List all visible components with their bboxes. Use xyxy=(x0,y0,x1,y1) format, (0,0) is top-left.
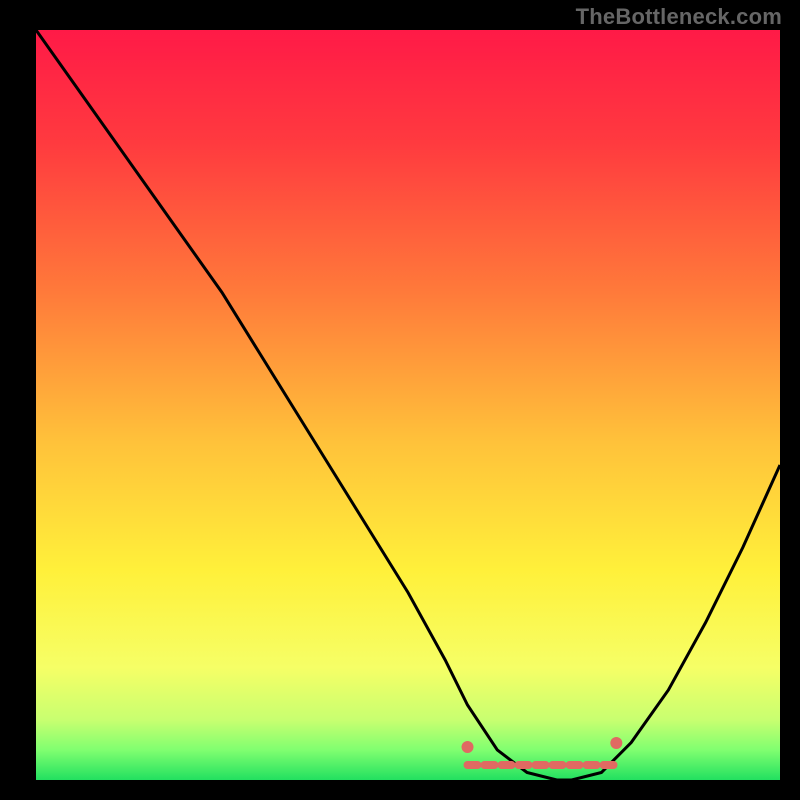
bottleneck-chart xyxy=(0,0,800,800)
optimal-band-endpoint xyxy=(610,737,622,749)
optimal-band-endpoint xyxy=(462,741,474,753)
plot-area xyxy=(36,30,780,780)
watermark-text: TheBottleneck.com xyxy=(576,4,782,30)
chart-frame: TheBottleneck.com xyxy=(0,0,800,800)
